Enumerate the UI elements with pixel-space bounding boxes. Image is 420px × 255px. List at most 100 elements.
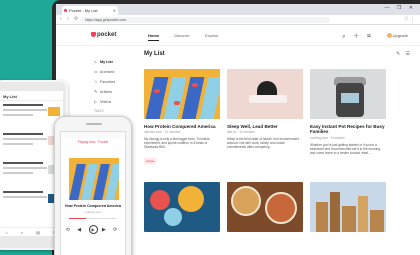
article-meta: cooking.com · 5 minutes [310,135,345,140]
forward-icon[interactable]: ▶ ⟳ [102,227,120,233]
sidebar-item-label: Favorites [100,80,116,84]
list-item-line [3,167,47,169]
swimmer [174,101,180,105]
article-card[interactable] [310,182,386,232]
article-excerpt: Whether you're just getting started or i… [310,142,380,155]
building [358,196,368,232]
list-item-line [3,114,33,116]
page-title: My List [144,51,165,57]
article-artwork [69,158,119,200]
nav-discover[interactable]: Discover [174,33,190,38]
list-item-line [3,196,47,198]
player-header: Playing Now · Pocket [77,140,109,144]
android-header-title: My List [0,91,63,101]
close-tab-icon[interactable]: ✕ [113,6,116,15]
list-item-line [3,109,47,111]
player-controls: ⟲ ◀ ▶ ▶ ⟳ [63,225,123,234]
article-title[interactable]: How Protein Conquered America [144,124,220,129]
list-item-thumbnail [48,107,60,116]
top-nav: Home Discover Explore [148,33,233,41]
pocket-logo-icon [91,32,96,37]
home-icon[interactable]: ⌂ [5,230,7,235]
pocket-favicon-icon [64,9,67,12]
sidebar-item-articles[interactable]: ✎ Articles [94,89,130,94]
article-meta: fast.co · 10 minutes [227,130,255,135]
playback-progress-bar[interactable] [69,218,117,219]
navigation-buttons[interactable]: ‹ › ⟳ [60,16,80,22]
article-thumbnail[interactable] [227,69,303,119]
article-thumbnail[interactable] [310,69,386,119]
player-source: nytimes.com [84,210,102,214]
article-card[interactable]: Easy Instant Pot Recipes for Busy Famili… [310,69,386,155]
upgrade-label: Upgrade [392,33,408,38]
sidebar-item-videos[interactable]: ▷ Videos [94,99,130,104]
list-item-line [3,172,33,174]
window-controls[interactable]: — ❐ ✕ [385,5,416,11]
building [370,210,384,232]
sidebar-item-archived[interactable]: ▭ Archived [94,69,130,74]
nav-explore[interactable]: Explore [205,33,219,38]
building [342,206,356,232]
list-item-title-line [3,133,43,135]
search-icon[interactable]: ⌕ [21,230,23,235]
article-excerpt: Sleep is the third pillar of health, but… [227,137,299,150]
play-button[interactable]: ▶ [88,225,98,234]
tags-heading: TAGS [94,109,104,113]
article-card[interactable] [227,182,303,232]
list-icon[interactable]: ▤ [36,230,40,235]
illustration-shape [150,190,170,210]
iphone-screen: Playing Now · Pocket How Protein Conquer… [60,131,126,255]
list-view-icons[interactable]: ✎ ☰ [396,51,412,57]
logo-text: pocket [97,32,117,38]
browser-tab[interactable]: Pocket - My List ✕ [62,6,118,15]
article-excerpt: My biology is only a few bigger than .To… [144,137,210,150]
player-title: How Protein Conquered America [65,204,121,208]
playback-progress-fill [69,218,86,219]
list-item-line [3,138,47,140]
pillow-illustration [249,95,287,103]
iphone: Playing Now · Pocket How Protein Conquer… [54,116,132,255]
illustration-shape [164,208,182,226]
illustration-shape [178,186,204,212]
tab-title: Pocket - My List [69,8,98,13]
article-thumbnail[interactable] [144,69,220,119]
building [330,192,340,232]
article-title[interactable]: Sleep Well, Lead Better [227,124,303,129]
sidebar-item-label: Articles [100,90,113,94]
avatar[interactable] [386,33,392,38]
list-item-line [3,143,33,145]
article-card[interactable]: Sleep Well, Lead Better fast.co · 10 min… [227,69,303,149]
app-header: pocket Home Discover Explore ⌕ ＋ ✉ Upgra… [56,25,420,46]
iphone-speaker [86,123,102,125]
upgrade-link[interactable]: Upgrade [386,33,408,38]
pot-panel [341,93,359,103]
address-bar-row: ‹ › ⟳ https://app.getpocket.com ☆ ⋮ [56,15,420,25]
building [316,202,328,232]
rewind-icon[interactable]: ⟲ ◀ [66,227,84,233]
sidebar-item-label: My List [100,60,113,64]
sidebar-item-label: Videos [100,100,112,104]
article-tag[interactable]: recipe [144,158,157,165]
article-meta: nytimes.com · 12 minutes [144,130,181,135]
article-card[interactable] [144,182,220,232]
article-card[interactable]: How Protein Conquered America nytimes.co… [144,69,220,167]
swimmer [154,89,160,93]
pocket-logo[interactable]: pocket [91,32,116,38]
article-thumbnail[interactable] [144,182,220,232]
article-thumbnail[interactable] [227,182,303,232]
list-item-title-line [3,162,43,164]
article-title[interactable]: Easy Instant Pot Recipes for Busy Famili… [310,124,386,135]
sidebar-item-label: Archived [100,70,115,74]
tab-bar: Pocket - My List ✕ — ❐ ✕ [56,4,420,15]
sidebar-item-my-list[interactable]: ⌂ My List [94,59,130,64]
sidebar-item-favorites[interactable]: ☆ Favorites [94,79,130,84]
browser-menu-icons[interactable]: ☆ ⋮ [404,16,415,22]
article-thumbnail[interactable] [310,182,386,232]
url-input[interactable]: https://app.getpocket.com [80,17,330,23]
list-item-title-line [3,191,43,193]
food-plate [265,192,297,224]
header-action-icons[interactable]: ⌕ ＋ ✉ [342,31,374,41]
swimmer [192,83,198,87]
nav-home[interactable]: Home [148,33,160,41]
food-plate [231,186,261,216]
